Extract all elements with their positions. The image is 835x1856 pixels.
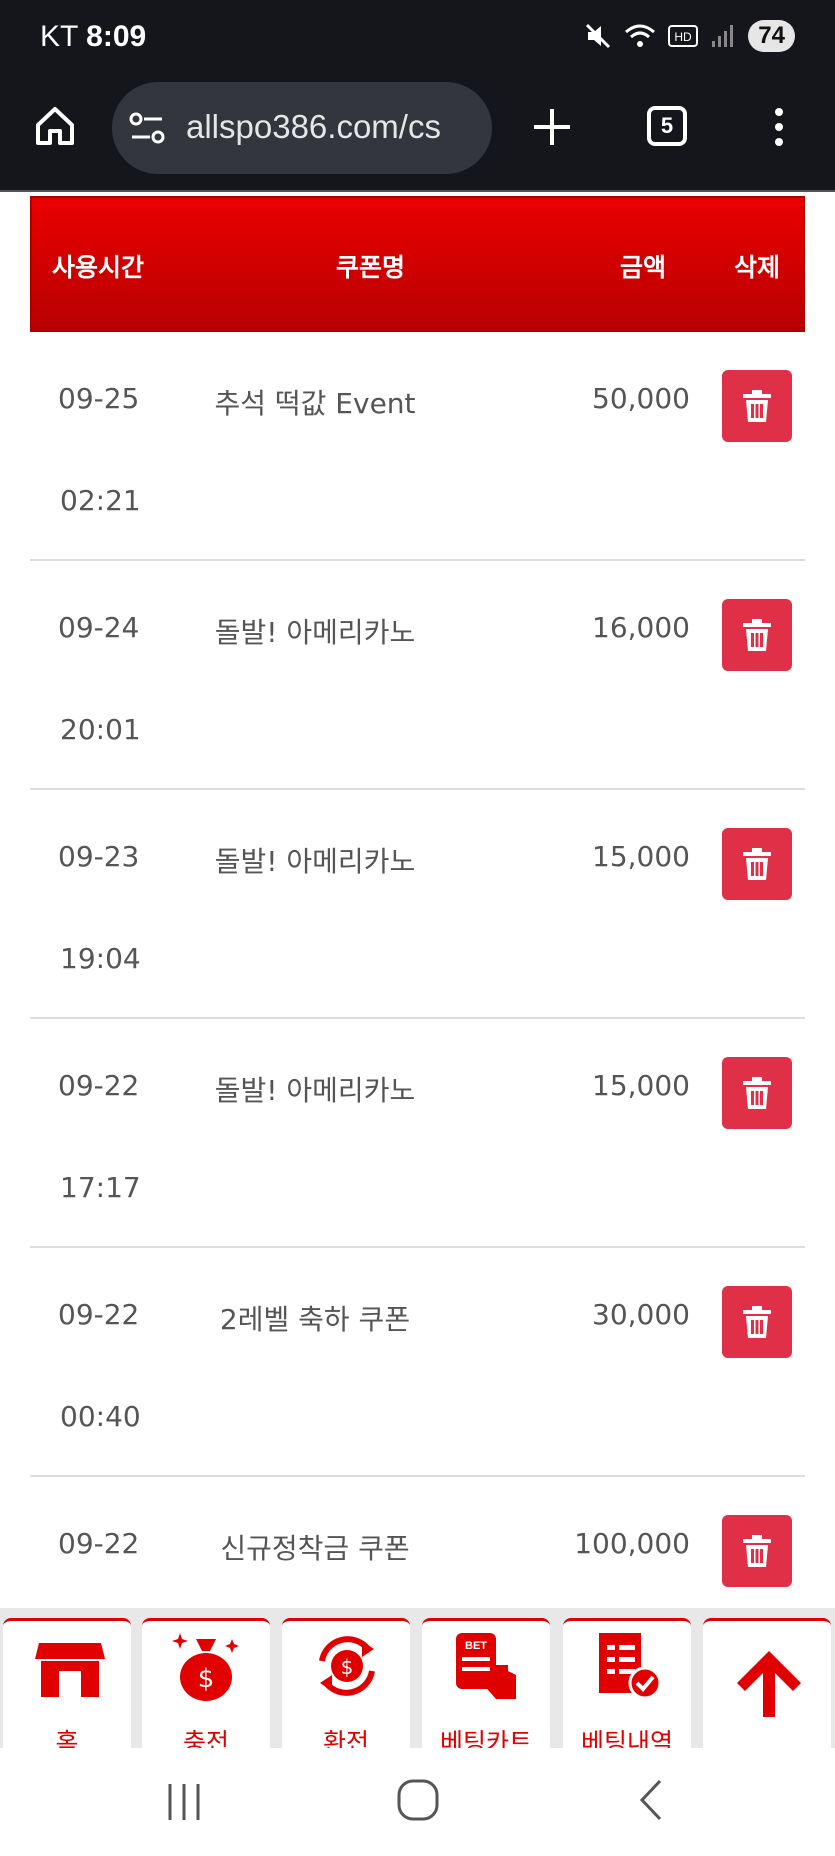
- wifi-icon: [625, 24, 656, 47]
- signal-icon: [712, 25, 734, 47]
- row-date: 09-22: [58, 1069, 140, 1102]
- bottom-nav: 홈 $ 충전 $ 환전 BET 베팅카트 베팅내역: [0, 1608, 835, 1757]
- coupon-history: 사용시간 쿠폰명 금액 삭제 09-25 02:21 추석 떡값 Event 50,0…: [0, 192, 835, 1608]
- header-delete: 삭제: [734, 253, 781, 282]
- row-coupon-name: 추석 떡값 Event: [214, 387, 416, 420]
- row-date: 09-24: [58, 611, 140, 644]
- bet-history-icon: [599, 1633, 662, 1700]
- more-menu-icon[interactable]: [770, 106, 788, 148]
- table-row: 09-22 00:40 2레벨 축하 쿠폰 30,000: [30, 1248, 805, 1477]
- url-text[interactable]: allspo386.com/cs: [186, 108, 441, 146]
- svg-text:$: $: [198, 1664, 215, 1694]
- header-coupon: 쿠폰명: [336, 253, 406, 282]
- row-date: 09-22: [58, 1527, 140, 1560]
- home-icon[interactable]: [34, 105, 76, 147]
- table-row: 09-25 02:21 추석 떡값 Event 50,000: [30, 332, 805, 561]
- row-date: 09-23: [58, 840, 140, 873]
- header-amount: 금액: [620, 253, 667, 282]
- svg-text:$: $: [341, 1655, 354, 1679]
- bet-cart-icon: BET: [456, 1633, 516, 1699]
- nav-withdraw[interactable]: $ 환전: [282, 1618, 410, 1757]
- row-date: 09-22: [58, 1298, 140, 1331]
- nav-bet-cart[interactable]: BET 베팅카트: [422, 1618, 550, 1757]
- delete-button[interactable]: [722, 1286, 792, 1358]
- row-amount: 15,000: [592, 1069, 690, 1102]
- delete-button[interactable]: [722, 1057, 792, 1129]
- row-time: 00:40: [60, 1400, 141, 1433]
- nav-deposit[interactable]: $ 충전: [142, 1618, 270, 1757]
- row-time: 19:04: [60, 942, 141, 975]
- exchange-icon: $: [319, 1636, 375, 1696]
- trash-icon: [743, 848, 771, 880]
- back-icon[interactable]: [636, 1778, 666, 1822]
- site-settings-icon[interactable]: [128, 110, 166, 146]
- nav-bet-history[interactable]: 베팅내역: [563, 1618, 691, 1757]
- trash-icon: [743, 1077, 771, 1109]
- row-time: 17:17: [60, 1171, 141, 1204]
- row-amount: 50,000: [592, 382, 690, 415]
- svg-text:BET: BET: [465, 1640, 487, 1652]
- trash-icon: [743, 1306, 771, 1338]
- row-coupon-name: 신규정착금 쿠폰: [220, 1532, 410, 1565]
- store-icon: [35, 1643, 105, 1697]
- arrow-up-icon: [737, 1651, 801, 1717]
- delete-button[interactable]: [722, 370, 792, 442]
- trash-icon: [743, 619, 771, 651]
- row-amount: 15,000: [592, 840, 690, 873]
- row-time: 20:01: [60, 713, 141, 746]
- browser-toolbar: allspo386.com/cs 5: [0, 78, 835, 192]
- table-row: 09-22 신규정착금 쿠폰 100,000: [30, 1477, 805, 1608]
- status-bar: KT 8:09 HD 74: [0, 0, 835, 78]
- carrier: KT: [40, 20, 78, 53]
- row-coupon-name: 돌발! 아메리카노: [214, 616, 416, 649]
- system-nav-bar: [0, 1748, 835, 1856]
- delete-button[interactable]: [722, 1515, 792, 1587]
- battery-level: 74: [748, 20, 795, 52]
- table-row: 09-23 19:04 돌발! 아메리카노 15,000: [30, 790, 805, 1019]
- row-coupon-name: 돌발! 아메리카노: [214, 1074, 416, 1107]
- table-row: 09-24 20:01 돌발! 아메리카노 16,000: [30, 561, 805, 790]
- status-icons: HD 74: [584, 20, 795, 52]
- svg-text:HD: HD: [675, 30, 693, 44]
- carrier-time: KT 8:09: [40, 20, 146, 54]
- row-coupon-name: 2레벨 축하 쿠폰: [219, 1303, 411, 1336]
- new-tab-icon[interactable]: [532, 107, 572, 147]
- scroll-to-top-button[interactable]: [703, 1618, 831, 1748]
- trash-icon: [743, 1535, 771, 1567]
- home-button-icon[interactable]: [396, 1778, 440, 1822]
- nav-home[interactable]: 홈: [3, 1618, 131, 1757]
- tab-switcher-button[interactable]: 5: [647, 106, 687, 146]
- row-coupon-name: 돌발! 아메리카노: [214, 845, 416, 878]
- hd-icon: HD: [668, 25, 699, 47]
- recent-apps-icon[interactable]: [164, 1782, 204, 1822]
- row-amount: 30,000: [592, 1298, 690, 1331]
- delete-button[interactable]: [722, 828, 792, 900]
- table-header: 사용시간 쿠폰명 금액 삭제: [30, 196, 805, 332]
- money-bag-icon: $: [172, 1633, 239, 1701]
- mute-icon: [586, 23, 611, 49]
- clock: 8:09: [86, 20, 147, 53]
- address-bar[interactable]: allspo386.com/cs: [112, 82, 492, 174]
- row-amount: 16,000: [592, 611, 690, 644]
- row-time: 02:21: [60, 484, 141, 517]
- delete-button[interactable]: [722, 599, 792, 671]
- table-row: 09-22 17:17 돌발! 아메리카노 15,000: [30, 1019, 805, 1248]
- row-date: 09-25: [58, 382, 140, 415]
- trash-icon: [743, 390, 771, 422]
- row-amount: 100,000: [574, 1527, 690, 1560]
- header-time: 사용시간: [52, 253, 145, 282]
